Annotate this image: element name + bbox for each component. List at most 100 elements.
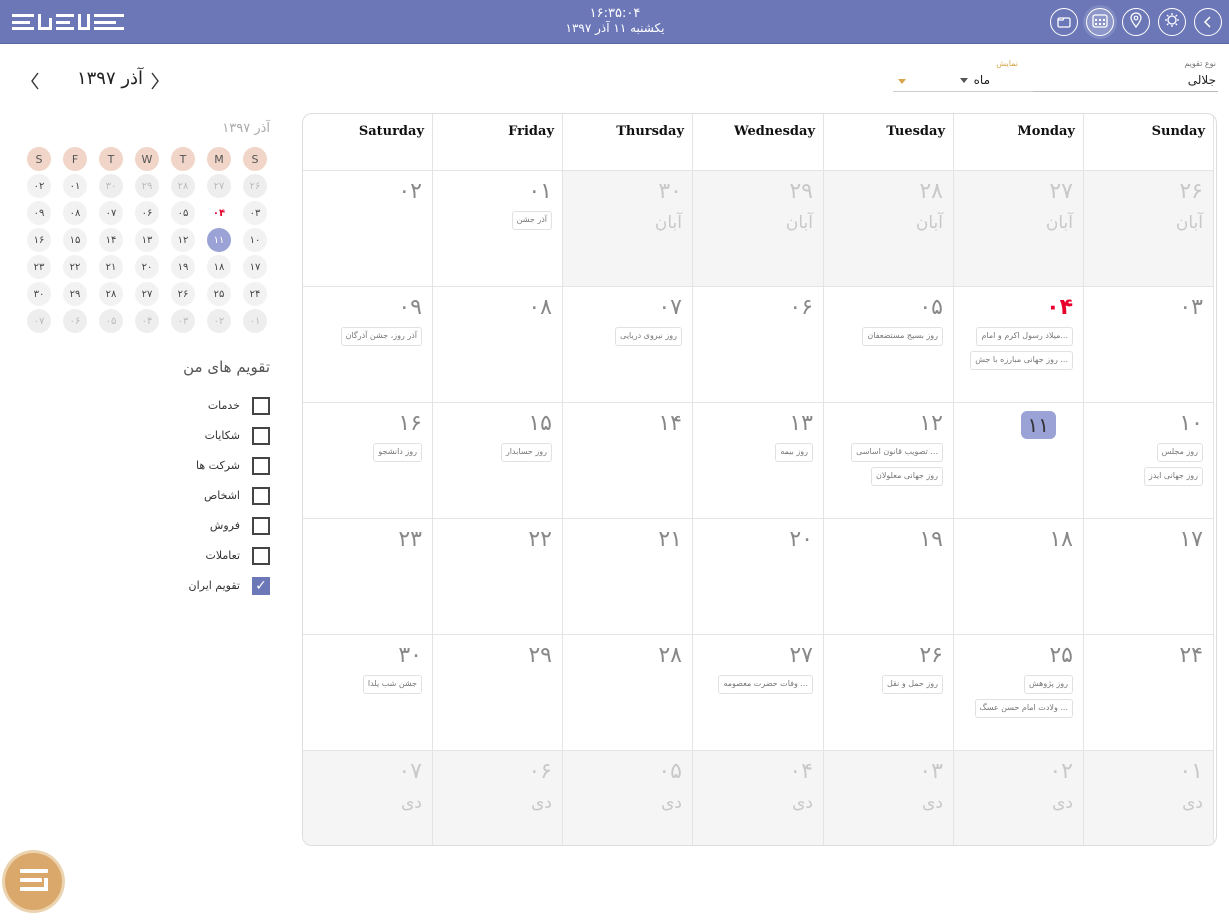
day-cell[interactable]: ۰۵ دی [563, 751, 693, 845]
day-cell[interactable]: ۰۷ روز نیروی دریایی [563, 287, 693, 403]
day-cell[interactable]: ۰۴ دی [693, 751, 824, 845]
mini-day[interactable]: ۲۳ [27, 255, 51, 279]
day-cell[interactable]: ۲۴ [1084, 635, 1214, 751]
day-cell[interactable]: ۳۰ جشن شب یلدا [303, 635, 433, 751]
event-chip[interactable]: وفات حضرت معصومه ... [718, 675, 813, 694]
day-cell[interactable]: ۰۲ دی [954, 751, 1084, 845]
mini-day[interactable]: ۰۱ [63, 174, 87, 198]
calendar-filter-item[interactable]: شرکت ها [150, 457, 270, 477]
mini-day[interactable]: ۳۰ [99, 174, 123, 198]
mini-day[interactable]: ۱۱ [207, 228, 231, 252]
day-cell[interactable]: ۲۷ آبان [954, 171, 1084, 287]
mini-day[interactable]: ۰۸ [63, 201, 87, 225]
day-cell[interactable]: ۱۰ روز مجلس روز جهانی ایدز [1084, 403, 1214, 519]
mini-day[interactable]: ۰۲ [207, 309, 231, 333]
event-chip[interactable]: تصویب قانون اساسی ... [851, 443, 943, 462]
next-month-button[interactable] [144, 72, 166, 94]
day-cell[interactable]: ۰۷ دی [303, 751, 433, 845]
calendar-filter-checkbox[interactable] [252, 457, 270, 475]
event-chip[interactable]: روز جهانی مبارزه با جش ... [970, 351, 1073, 370]
mini-day[interactable]: ۱۸ [207, 255, 231, 279]
mini-day[interactable]: ۰۵ [99, 309, 123, 333]
day-cell[interactable]: ۳۰ آبان [563, 171, 693, 287]
mini-day[interactable]: ۱۲ [171, 228, 195, 252]
calendar-filter-item[interactable]: خدمات [150, 397, 270, 417]
day-cell[interactable]: ۲۹ آبان [693, 171, 824, 287]
event-chip[interactable]: روز نیروی دریایی [615, 327, 682, 346]
event-chip[interactable]: روز بیمه [775, 443, 813, 462]
mini-day[interactable]: ۱۶ [27, 228, 51, 252]
event-chip[interactable]: روز حسابدار [500, 443, 552, 462]
day-cell[interactable]: ۰۲ [303, 171, 433, 287]
mini-day[interactable]: ۰۷ [99, 201, 123, 225]
prev-month-button[interactable] [24, 72, 46, 94]
mini-day[interactable]: ۱۷ [243, 255, 267, 279]
day-cell[interactable]: ۲۰ [693, 519, 824, 635]
day-cell[interactable]: ۰۱ دی [1084, 751, 1214, 845]
mini-day[interactable]: ۰۹ [27, 201, 51, 225]
event-chip[interactable]: روز دانشجو [373, 443, 422, 462]
day-cell[interactable]: ۲۷ وفات حضرت معصومه ... [693, 635, 824, 751]
day-cell[interactable]: ۰۳ دی [824, 751, 954, 845]
day-cell[interactable]: ۰۸ [433, 287, 563, 403]
day-cell[interactable]: ۰۵ روز بسیج مستضعفان [824, 287, 954, 403]
day-cell[interactable]: ۱۷ [1084, 519, 1214, 635]
folder-button[interactable] [1050, 8, 1078, 36]
day-cell[interactable]: ۱۳ روز بیمه [693, 403, 824, 519]
mini-day[interactable]: ۲۴ [243, 282, 267, 306]
mini-day[interactable]: ۲۶ [243, 174, 267, 198]
event-chip[interactable]: جشن شب یلدا [362, 675, 422, 694]
event-chip[interactable]: روز بسیج مستضعفان [862, 327, 943, 346]
calendar-filter-checkbox[interactable] [252, 547, 270, 565]
mini-day[interactable]: ۲۶ [171, 282, 195, 306]
mini-day[interactable]: ۲۸ [99, 282, 123, 306]
mini-day[interactable]: ۲۹ [63, 282, 87, 306]
day-cell[interactable]: ۰۴ میلاد رسول اکرم و امام... روز جهانی مبا… [954, 287, 1084, 403]
settings-button[interactable] [1158, 8, 1186, 36]
mini-day[interactable]: ۰۶ [63, 309, 87, 333]
location-button[interactable] [1122, 8, 1150, 36]
calendar-filter-item[interactable]: اشخاص [150, 487, 270, 507]
day-cell[interactable]: ۰۱ آذر جشن [433, 171, 563, 287]
mini-day[interactable]: ۰۴ [207, 201, 231, 225]
mini-day[interactable]: ۰۲ [27, 174, 51, 198]
mini-day[interactable]: ۲۸ [171, 174, 195, 198]
mini-day[interactable]: ۱۵ [63, 228, 87, 252]
day-cell[interactable]: ۰۶ دی [433, 751, 563, 845]
mini-day[interactable]: ۰۵ [171, 201, 195, 225]
calendar-filter-checkbox[interactable] [252, 487, 270, 505]
calendar-filter-item[interactable]: شکایات [150, 427, 270, 447]
day-cell[interactable]: ۱۱ [954, 403, 1084, 519]
mini-day[interactable]: ۲۲ [63, 255, 87, 279]
mini-day[interactable]: ۲۷ [207, 174, 231, 198]
day-cell[interactable]: ۲۶ روز حمل و نقل [824, 635, 954, 751]
view-select[interactable]: نمایش ماه [930, 58, 1020, 92]
mini-day[interactable]: ۰۶ [135, 201, 159, 225]
event-chip[interactable]: آذر روز، جشن آذرگان [340, 327, 422, 346]
day-cell[interactable]: ۲۸ [563, 635, 693, 751]
calendar-filter-checkbox[interactable] [252, 427, 270, 445]
calendar-filter-item[interactable]: تقویم ایران ✓ [150, 577, 270, 597]
day-cell[interactable]: ۱۲ تصویب قانون اساسی ... روز جهانی معلولان [824, 403, 954, 519]
mini-day[interactable]: ۱۴ [99, 228, 123, 252]
event-chip[interactable]: میلاد رسول اکرم و امام... [976, 327, 1073, 346]
mini-day[interactable]: ۲۷ [135, 282, 159, 306]
view-extra-select[interactable] [893, 79, 1033, 92]
mini-day[interactable]: ۰۳ [171, 309, 195, 333]
calendar-filter-item[interactable]: تعاملات [150, 547, 270, 567]
calendar-button[interactable] [1086, 8, 1114, 36]
day-cell[interactable]: ۱۸ [954, 519, 1084, 635]
day-cell[interactable]: ۲۲ [433, 519, 563, 635]
mini-day[interactable]: ۰۳ [243, 201, 267, 225]
calendar-filter-checkbox[interactable]: ✓ [252, 577, 270, 595]
mini-day[interactable]: ۲۵ [207, 282, 231, 306]
day-cell[interactable]: ۰۶ [693, 287, 824, 403]
mini-day[interactable]: ۱۳ [135, 228, 159, 252]
day-cell[interactable]: ۱۹ [824, 519, 954, 635]
day-cell[interactable]: ۲۱ [563, 519, 693, 635]
day-cell[interactable]: ۲۸ آبان [824, 171, 954, 287]
day-cell[interactable]: ۱۶ روز دانشجو [303, 403, 433, 519]
day-cell[interactable]: ۱۵ روز حسابدار [433, 403, 563, 519]
day-cell[interactable]: ۰۳ [1084, 287, 1214, 403]
event-chip[interactable]: روز پژوهش [1023, 675, 1073, 694]
